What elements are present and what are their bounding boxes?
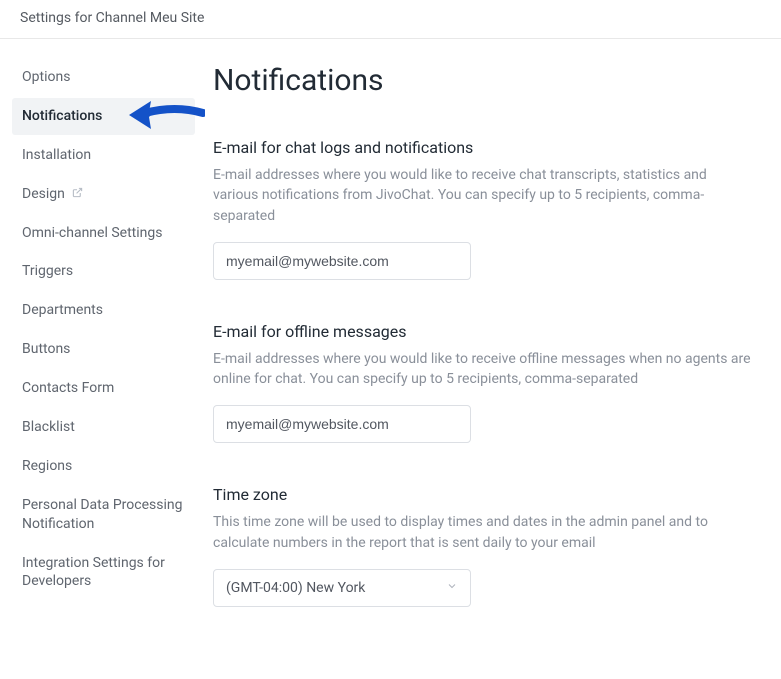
sidebar-item-label: Installation: [22, 147, 91, 163]
section-desc: E-mail addresses where you would like to…: [213, 349, 753, 390]
sidebar-item-installation[interactable]: Installation: [12, 137, 195, 174]
sidebar-item-label: Personal Data Processing Notification: [22, 497, 182, 532]
sidebar-item-contacts-form[interactable]: Contacts Form: [12, 370, 195, 407]
sidebar-item-options[interactable]: Options: [12, 59, 195, 96]
section-title: E-mail for offline messages: [213, 322, 757, 341]
section-title: E-mail for chat logs and notifications: [213, 138, 757, 157]
settings-container: Options Notifications Installation Desig…: [0, 39, 781, 679]
section-offline-messages: E-mail for offline messages E-mail addre…: [213, 322, 757, 444]
sidebar-item-departments[interactable]: Departments: [12, 292, 195, 329]
sidebar-item-label: Options: [22, 69, 70, 85]
sidebar-item-buttons[interactable]: Buttons: [12, 331, 195, 368]
main-panel: Notifications E-mail for chat logs and n…: [195, 59, 781, 679]
sidebar-item-gdpr[interactable]: Personal Data Processing Notification: [12, 487, 195, 543]
sidebar-item-blacklist[interactable]: Blacklist: [12, 409, 195, 446]
sidebar-item-label: Omni-channel Settings: [22, 225, 162, 241]
sidebar-item-label: Buttons: [22, 341, 70, 357]
chevron-down-icon: [446, 580, 458, 596]
section-title: Time zone: [213, 485, 757, 504]
sidebar-item-notifications[interactable]: Notifications: [12, 98, 195, 135]
header-title: Settings for Channel Meu Site: [20, 10, 204, 26]
sidebar-item-triggers[interactable]: Triggers: [12, 253, 195, 290]
sidebar-item-dev-integration[interactable]: Integration Settings for Developers: [12, 545, 195, 601]
sidebar-item-label: Blacklist: [22, 419, 75, 435]
external-link-icon: [72, 185, 83, 204]
section-chat-logs: E-mail for chat logs and notifications E…: [213, 138, 757, 280]
sidebar-item-label: Triggers: [22, 263, 73, 279]
timezone-value: (GMT-04:00) New York: [226, 580, 365, 596]
sidebar-item-label: Regions: [22, 458, 72, 474]
pointer-arrow-icon: [125, 95, 205, 135]
sidebar-item-omni-channel[interactable]: Omni-channel Settings: [12, 215, 195, 252]
timezone-select[interactable]: (GMT-04:00) New York: [213, 569, 471, 607]
sidebar-item-label: Contacts Form: [22, 380, 114, 396]
section-desc: This time zone will be used to display t…: [213, 512, 753, 553]
sidebar-item-label: Departments: [22, 302, 103, 318]
page-title: Notifications: [213, 63, 757, 98]
sidebar-item-label: Integration Settings for Developers: [22, 555, 165, 590]
settings-header: Settings for Channel Meu Site: [0, 0, 781, 39]
sidebar-item-label: Notifications: [22, 108, 102, 124]
sidebar-item-regions[interactable]: Regions: [12, 448, 195, 485]
chat-logs-email-input[interactable]: [213, 242, 471, 280]
sidebar-item-design[interactable]: Design: [12, 176, 195, 213]
offline-email-input[interactable]: [213, 405, 471, 443]
sidebar-item-label: Design: [22, 186, 65, 202]
section-desc: E-mail addresses where you would like to…: [213, 165, 753, 226]
section-timezone: Time zone This time zone will be used to…: [213, 485, 757, 607]
sidebar: Options Notifications Installation Desig…: [0, 59, 195, 679]
